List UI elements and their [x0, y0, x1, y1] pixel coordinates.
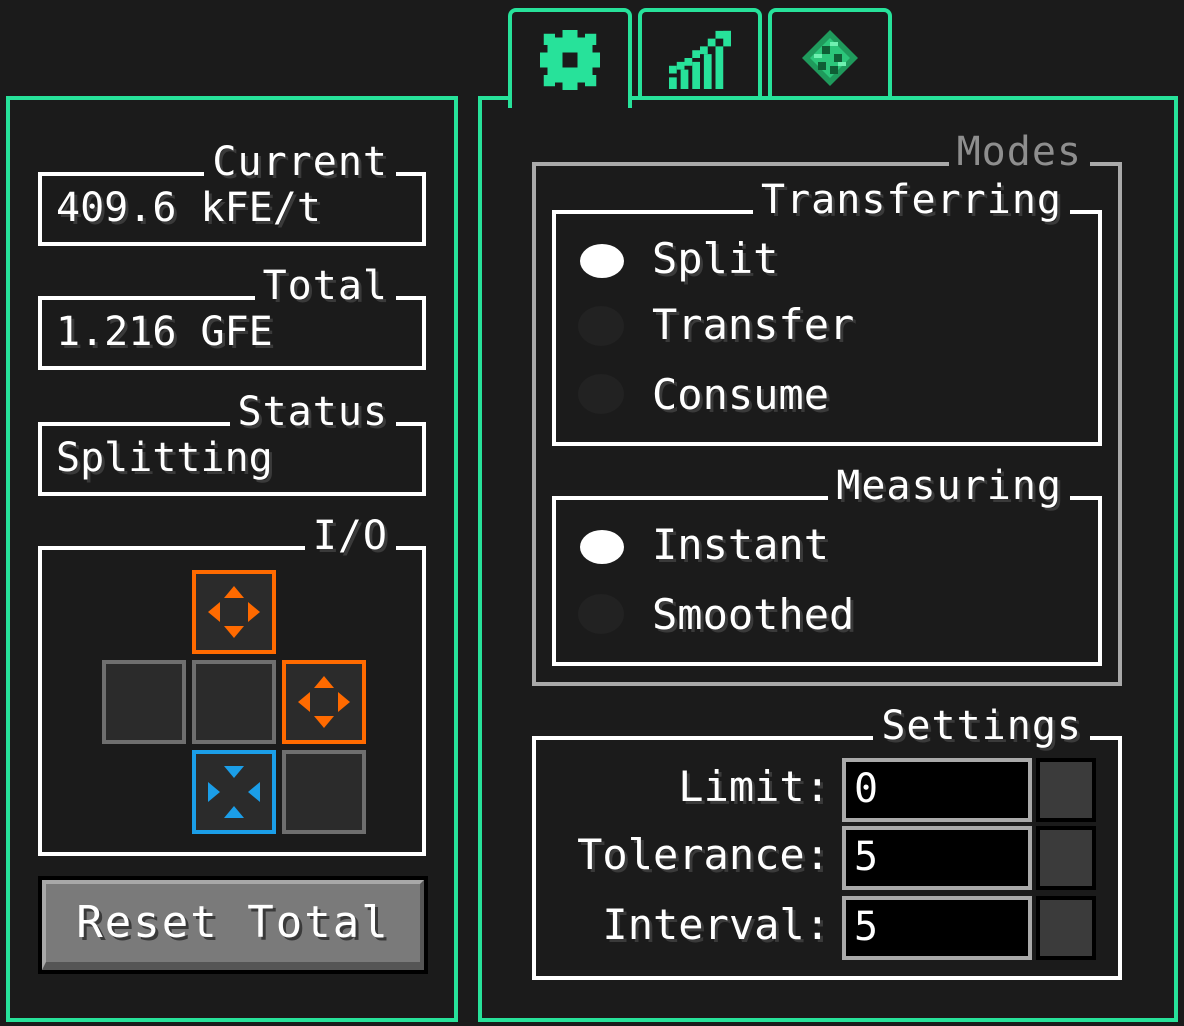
limit-label: Limit:: [678, 762, 830, 811]
tolerance-input[interactable]: 5: [842, 826, 1032, 890]
settings-row-interval: Interval:: [540, 896, 830, 960]
io-side-bottom[interactable]: [192, 750, 276, 834]
current-box: Current 409.6 kFE/t: [38, 142, 426, 246]
io-side-front[interactable]: [192, 660, 276, 744]
radio-indicator: [578, 306, 624, 346]
tab-statistics[interactable]: [638, 8, 762, 104]
limit-toggle-button[interactable]: [1036, 758, 1096, 822]
chart-icon: [669, 30, 731, 89]
radio-indicator: [578, 594, 624, 634]
radio-smoothed-label: Smoothed: [652, 590, 855, 639]
output-arrows-icon: [298, 676, 350, 728]
gear-icon: [540, 30, 600, 90]
radio-transfer-label: Transfer: [652, 300, 855, 349]
io-side-right[interactable]: [282, 660, 366, 744]
tolerance-toggle-button[interactable]: [1036, 826, 1096, 890]
interval-label: Interval:: [602, 900, 830, 949]
settings-label: Settings: [873, 706, 1090, 746]
io-side-left[interactable]: [102, 660, 186, 744]
reset-total-label: Reset Total: [76, 897, 390, 948]
settings-row-limit: Limit:: [540, 758, 830, 822]
status-value: Splitting: [56, 435, 273, 481]
transferring-label: Transferring: [753, 180, 1070, 220]
modes-label: Modes: [948, 132, 1090, 172]
radio-indicator: [578, 374, 624, 414]
status-label: Status: [229, 392, 396, 432]
tolerance-label: Tolerance:: [577, 830, 830, 879]
settings-row-tolerance: Tolerance:: [540, 826, 830, 890]
radio-instant-label: Instant: [652, 520, 830, 569]
io-side-top[interactable]: [192, 570, 276, 654]
radio-split-label: Split: [652, 234, 779, 283]
radio-indicator: [580, 530, 624, 564]
limit-input[interactable]: 0: [842, 758, 1032, 822]
total-box: Total 1.216 GFE: [38, 266, 426, 370]
tab-upgrades[interactable]: [768, 8, 892, 104]
io-label: I/O: [304, 516, 396, 556]
current-label: Current: [204, 142, 396, 182]
interval-input[interactable]: 5: [842, 896, 1032, 960]
current-value: 409.6 kFE/t: [56, 185, 321, 231]
reset-total-button[interactable]: Reset Total: [38, 876, 428, 974]
radio-consume-label: Consume: [652, 370, 830, 419]
status-box: Status Splitting: [38, 392, 426, 496]
input-arrows-icon: [208, 766, 260, 818]
total-label: Total: [254, 266, 396, 306]
tab-general[interactable]: [508, 8, 632, 108]
gem-icon: [802, 30, 858, 86]
interval-toggle-button[interactable]: [1036, 896, 1096, 960]
total-value: 1.216 GFE: [56, 309, 273, 355]
output-arrows-icon: [208, 586, 260, 638]
io-side-back[interactable]: [282, 750, 366, 834]
radio-indicator: [580, 244, 624, 278]
measuring-label: Measuring: [828, 466, 1070, 506]
